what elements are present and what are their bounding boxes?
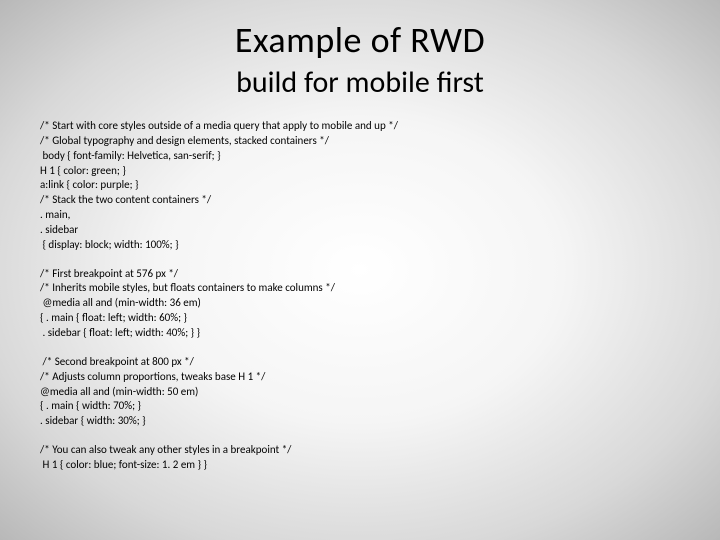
- code-line: /* Global typography and design elements…: [40, 134, 680, 149]
- code-line: H 1 { color: blue; font-size: 1. 2 em } …: [40, 458, 680, 473]
- code-line: /* Start with core styles outside of a m…: [40, 119, 680, 134]
- code-line: /* Stack the two content containers */: [40, 193, 680, 208]
- code-block-2: /* First breakpoint at 576 px */ /* Inhe…: [40, 267, 680, 341]
- code-line: /* Adjusts column proportions, tweaks ba…: [40, 370, 680, 385]
- code-line: H 1 { color: green; }: [40, 164, 680, 179]
- code-line: { . main { width: 70%; }: [40, 399, 680, 414]
- code-block-4: /* You can also tweak any other styles i…: [40, 443, 680, 473]
- code-line: . sidebar { width: 30%; }: [40, 414, 680, 429]
- code-line: . main,: [40, 208, 680, 223]
- code-line: @media all and (min-width: 50 em): [40, 385, 680, 400]
- code-line: /* Inherits mobile styles, but floats co…: [40, 281, 680, 296]
- code-block-3: /* Second breakpoint at 800 px */ /* Adj…: [40, 355, 680, 429]
- code-line: /* First breakpoint at 576 px */: [40, 267, 680, 282]
- code-line: a:link { color: purple; }: [40, 178, 680, 193]
- code-block-1: /* Start with core styles outside of a m…: [40, 119, 680, 253]
- slide: Example of RWD build for mobile first /*…: [0, 0, 720, 540]
- code-line: . sidebar { float: left; width: 40%; } }: [40, 326, 680, 341]
- code-line: /* Second breakpoint at 800 px */: [40, 355, 680, 370]
- code-line: /* You can also tweak any other styles i…: [40, 443, 680, 458]
- slide-subtitle: build for mobile first: [40, 64, 680, 101]
- code-line: . sidebar: [40, 223, 680, 238]
- code-line: { display: block; width: 100%; }: [40, 238, 680, 253]
- code-line: @media all and (min-width: 36 em): [40, 296, 680, 311]
- slide-title: Example of RWD: [40, 18, 680, 62]
- code-line: { . main { float: left; width: 60%; }: [40, 311, 680, 326]
- code-line: body { font-family: Helvetica, san-serif…: [40, 149, 680, 164]
